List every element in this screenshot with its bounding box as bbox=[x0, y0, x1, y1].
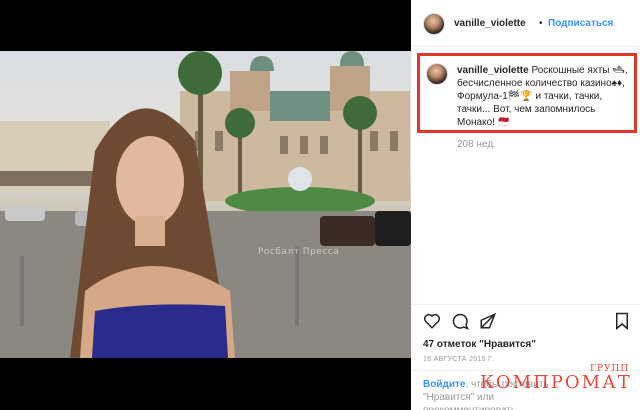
share-icon[interactable] bbox=[479, 312, 497, 330]
like-heart-icon[interactable] bbox=[423, 312, 441, 330]
post-age[interactable]: 208 нед. bbox=[457, 139, 496, 150]
likes-count[interactable]: 47 отметок "Нравится" bbox=[423, 339, 536, 350]
caption-highlight-box: vanille_violette Роскошные яхты 🛥, бесчи… bbox=[417, 53, 637, 133]
post-header: vanille_violette • Подписаться bbox=[411, 0, 640, 47]
author-username[interactable]: vanille_violette bbox=[454, 18, 526, 29]
follow-button[interactable]: Подписаться bbox=[548, 18, 613, 29]
bookmark-icon[interactable] bbox=[613, 312, 631, 330]
avatar[interactable] bbox=[423, 13, 445, 35]
action-bar bbox=[423, 312, 633, 332]
caption: vanille_violette Роскошные яхты 🛥, бесчи… bbox=[457, 64, 635, 129]
login-link[interactable]: Войдите bbox=[423, 379, 465, 390]
caption-avatar[interactable] bbox=[426, 63, 448, 85]
photo-pane: Росбалт Пресса bbox=[0, 0, 411, 410]
caption-username[interactable]: vanille_violette bbox=[457, 65, 529, 76]
separator-dot: • bbox=[539, 18, 543, 29]
brand-logo: КОМПРОМАТ bbox=[480, 372, 632, 393]
post-date: 16 АВГУСТА 2015 Г. bbox=[423, 356, 494, 363]
monaco-photo-illustration bbox=[0, 51, 411, 358]
post-photo[interactable]: Росбалт Пресса bbox=[0, 51, 411, 358]
divider bbox=[411, 304, 640, 305]
post-side-panel: vanille_violette • Подписаться vanille_v… bbox=[411, 0, 640, 410]
photo-watermark: Росбалт Пресса bbox=[258, 247, 340, 257]
comment-icon[interactable] bbox=[451, 312, 469, 330]
